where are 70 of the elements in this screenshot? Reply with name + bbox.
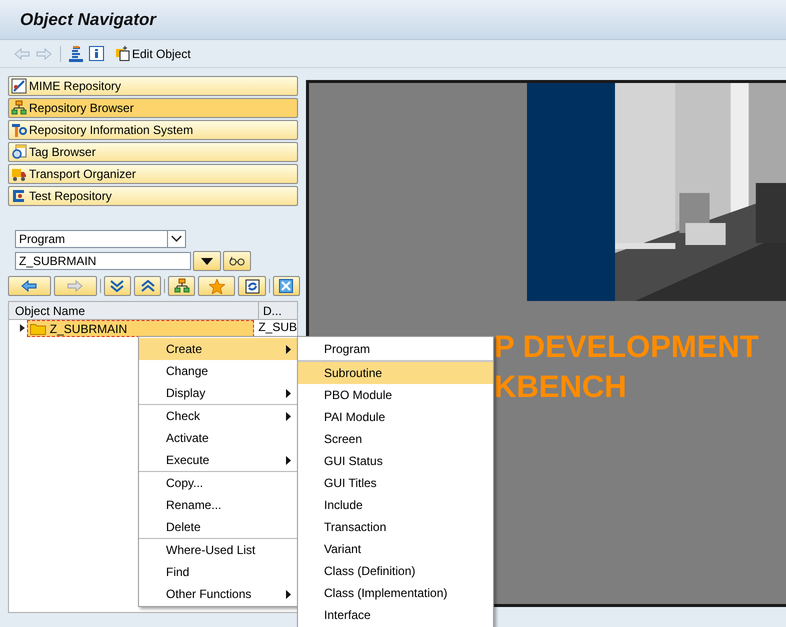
nav-button[interactable]: Tag Browser: [8, 142, 298, 162]
expand-all-button[interactable]: [104, 276, 131, 296]
edit-document-icon: [116, 46, 130, 61]
hierarchy-icon: [11, 100, 27, 116]
double-chevron-up-icon: [140, 280, 155, 292]
refresh-button[interactable]: [238, 276, 266, 296]
info-icon[interactable]: [89, 46, 104, 61]
menu-item[interactable]: Class (Definition): [298, 560, 493, 582]
nav-button[interactable]: MIME Repository: [8, 76, 298, 96]
refresh-icon: [244, 278, 260, 294]
pencil-chart-icon: [11, 78, 27, 94]
truck-icon: [11, 166, 27, 182]
menu-item[interactable]: Create: [139, 338, 297, 360]
object-type-dropdown[interactable]: Program: [15, 230, 186, 248]
menu-item[interactable]: Subroutine: [298, 362, 493, 384]
banner-text: P DEVELOPMENT: [494, 328, 760, 366]
star-icon: [208, 278, 225, 294]
right-arrow-icon: [67, 280, 84, 292]
menu-item[interactable]: Change: [139, 360, 297, 382]
nav-button[interactable]: Transport Organizer: [8, 164, 298, 184]
dropdown-value: Program: [18, 231, 66, 248]
menu-item[interactable]: PAI Module: [298, 406, 493, 428]
nav-button[interactable]: Test Repository: [8, 186, 298, 206]
menu-item[interactable]: GUI Titles: [298, 472, 493, 494]
nav-button[interactable]: Repository Information System: [8, 120, 298, 140]
menu-item[interactable]: Screen: [298, 428, 493, 450]
menu-item[interactable]: Class (Implementation): [298, 582, 493, 604]
display-button[interactable]: [223, 251, 251, 271]
menu-item[interactable]: Variant: [298, 538, 493, 560]
glasses-icon: [229, 256, 245, 266]
triangle-right-icon[interactable]: [17, 324, 27, 332]
list-stack-icon[interactable]: [69, 46, 83, 62]
menu-item[interactable]: Other Functions: [139, 583, 297, 605]
hierarchy-button[interactable]: [168, 276, 196, 296]
column-header[interactable]: D...: [259, 302, 297, 319]
edit-object-button[interactable]: Edit Object: [116, 44, 191, 62]
menu-item[interactable]: Check: [139, 405, 297, 427]
close-icon: [279, 279, 294, 293]
banner-text: KBENCH: [494, 368, 628, 406]
menu-item[interactable]: Copy...: [139, 472, 297, 494]
magnifier-icon: [11, 144, 27, 160]
folder-icon: [30, 322, 46, 334]
menu-item[interactable]: Delete: [139, 516, 297, 538]
back-button[interactable]: [8, 276, 51, 296]
menu-item[interactable]: Interface: [298, 604, 493, 626]
object-name-field[interactable]: Z_SUBRMAIN: [15, 252, 191, 270]
menu-item[interactable]: Include: [298, 494, 493, 516]
left-arrow-icon: [21, 280, 38, 292]
tree-node[interactable]: Z_SUBRMAIN: [26, 320, 254, 337]
table-cell-text: Z_SUB: [257, 320, 297, 334]
menu-item[interactable]: Program: [298, 338, 493, 360]
window-title: Object Navigator: [20, 8, 156, 31]
menu-item[interactable]: Activate: [139, 427, 297, 449]
triangle-down-icon: [201, 258, 213, 264]
double-chevron-down-icon: [110, 280, 124, 292]
menu-item[interactable]: Rename...: [139, 494, 297, 516]
collapse-all-button[interactable]: [134, 276, 162, 296]
nav-button[interactable]: Repository Browser: [8, 98, 298, 118]
dropdown-button[interactable]: [193, 251, 221, 271]
forward-button[interactable]: [54, 276, 97, 296]
menu-item[interactable]: PBO Module: [298, 384, 493, 406]
menu-item[interactable]: Display: [139, 382, 297, 404]
menu-item[interactable]: Transaction: [298, 516, 493, 538]
menu-item[interactable]: Where-Used List: [139, 539, 297, 561]
menu-item[interactable]: Execute: [139, 449, 297, 471]
hierarchy-icon: [174, 278, 190, 294]
column-header[interactable]: Object Name: [9, 302, 259, 319]
close-button[interactable]: [272, 276, 300, 296]
menu-item[interactable]: Find: [139, 561, 297, 583]
menu-item[interactable]: GUI Status: [298, 450, 493, 472]
